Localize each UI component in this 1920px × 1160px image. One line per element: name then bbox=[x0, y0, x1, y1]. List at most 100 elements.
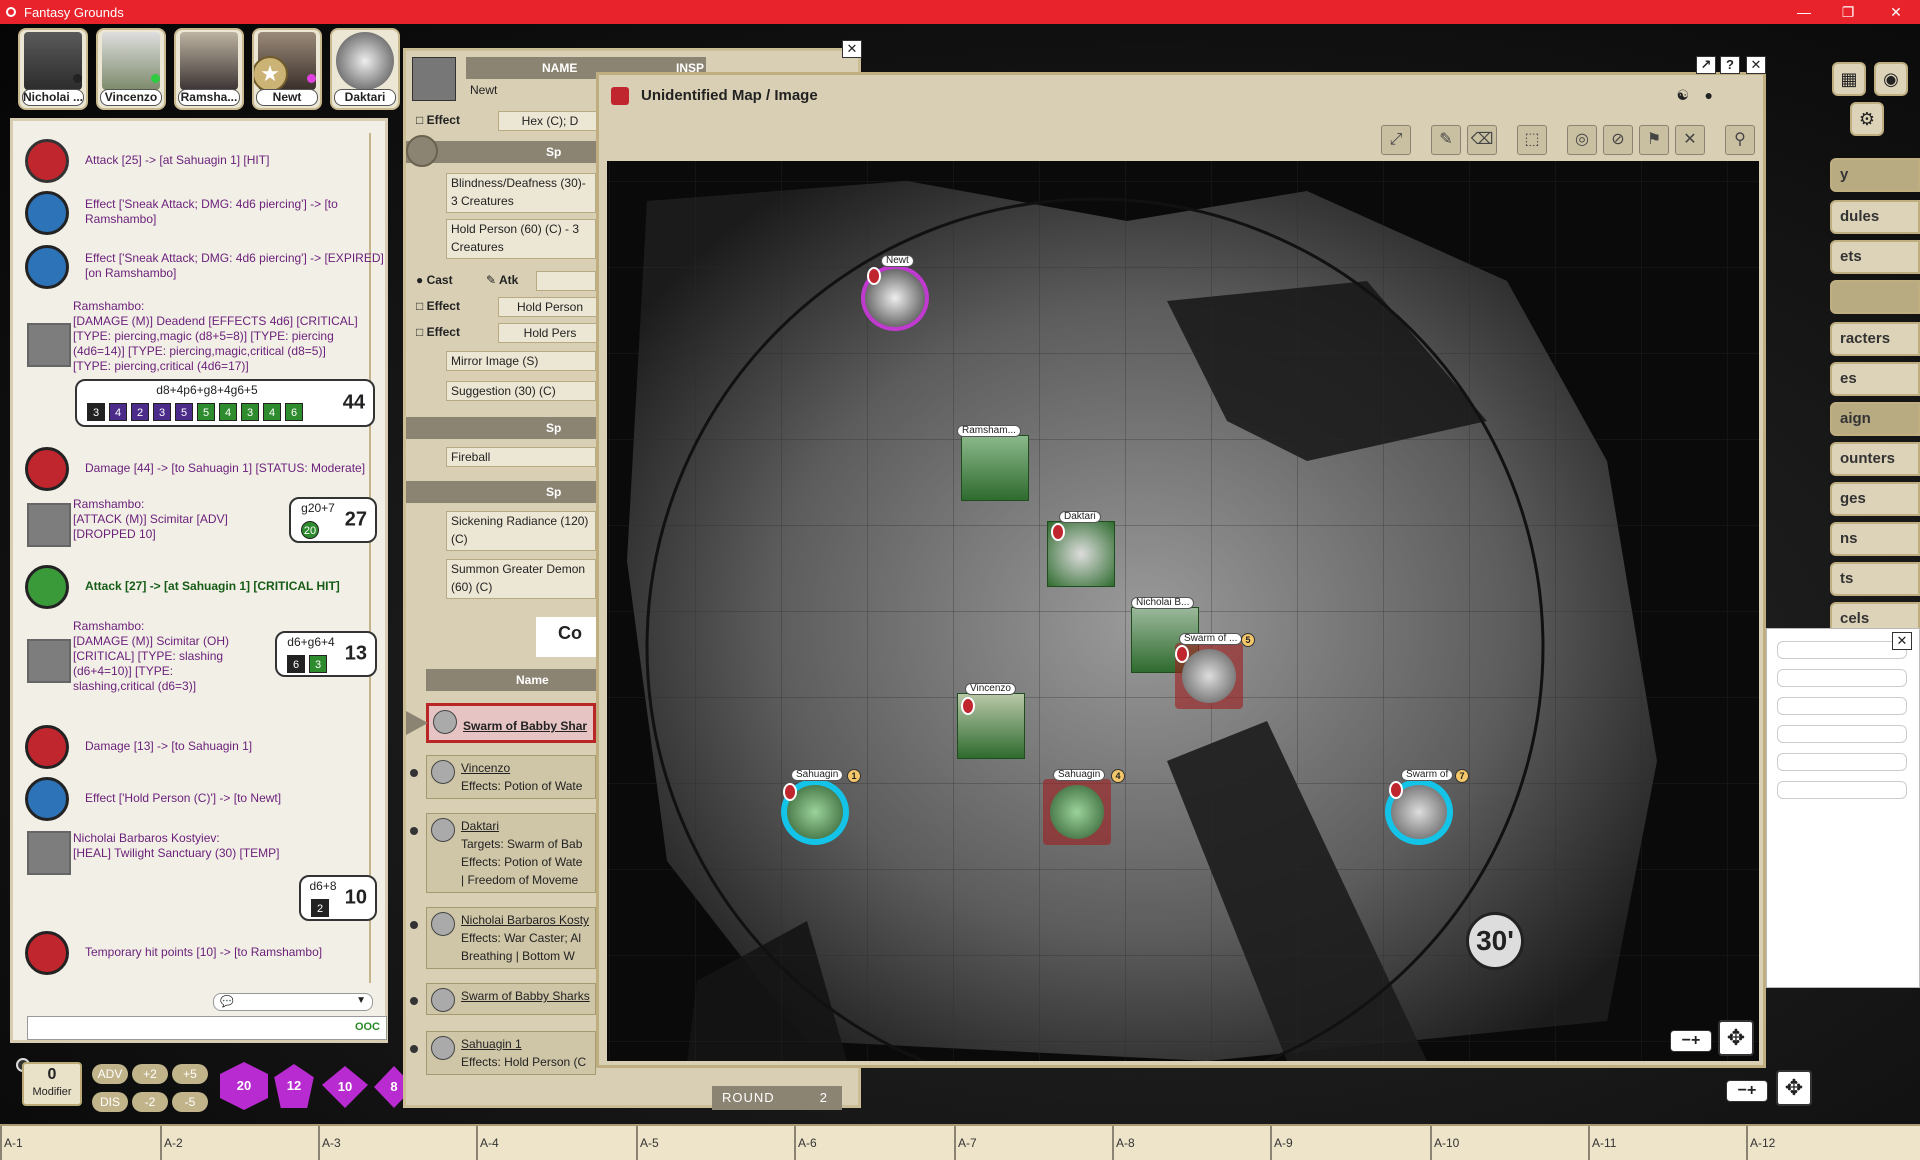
ct-entry[interactable]: Daktari Targets: Swarm of Bab Effects: P… bbox=[426, 813, 596, 893]
token-ramshambo[interactable]: Ramsham... bbox=[957, 425, 1033, 507]
portrait-newt[interactable]: ★ Newt bbox=[252, 28, 322, 110]
spell-entry[interactable]: Summon Greater Demon (60) (C) bbox=[446, 559, 596, 599]
dice-roll-result[interactable]: d6+8 2 10 bbox=[299, 875, 377, 921]
minus5-button[interactable]: -5 bbox=[172, 1092, 208, 1112]
sidebar-item-encounters[interactable]: ounters bbox=[1830, 442, 1920, 476]
dice-roll-result[interactable]: d8+4p6+g8+4g6+5 3423554346 44 bbox=[75, 379, 375, 427]
atk-button[interactable]: ✎ Atk bbox=[486, 273, 518, 287]
eraser-icon[interactable]: ⌫ bbox=[1467, 125, 1497, 155]
spell-entry[interactable]: Hold Person (60) (C) - 3 Creatures bbox=[446, 219, 596, 259]
party-portraits: Nicholai ... Vincenzo Ramsha... ★ Newt D… bbox=[18, 28, 400, 110]
portrait-ramshambo[interactable]: Ramsha... bbox=[174, 28, 244, 110]
lock-icon[interactable]: ● bbox=[1705, 87, 1713, 103]
minimize-icon[interactable]: — bbox=[1784, 0, 1824, 24]
close-icon[interactable]: ✕ bbox=[1876, 0, 1916, 24]
dice-roll-result[interactable]: d6+g6+4 63 13 bbox=[275, 631, 377, 677]
pin-icon[interactable]: ⚲ bbox=[1725, 125, 1755, 155]
sidebar-item-blank[interactable] bbox=[1830, 280, 1920, 314]
spell-entry[interactable]: Blindness/Deafness (30)- 3 Creatures bbox=[446, 173, 596, 213]
list-field[interactable] bbox=[1777, 753, 1907, 771]
flag-icon[interactable]: ⚑ bbox=[1639, 125, 1669, 155]
list-field[interactable] bbox=[1777, 697, 1907, 715]
portrait-nicholai[interactable]: Nicholai ... bbox=[18, 28, 88, 110]
token-sahuagin-4[interactable]: Sahuagin 4 bbox=[1039, 769, 1125, 851]
token-swarm-5[interactable]: Swarm of ... 5 bbox=[1171, 633, 1255, 715]
gear-icon[interactable]: ⚙ bbox=[1850, 102, 1884, 136]
spell-entry[interactable]: Sickening Radiance (120) (C) bbox=[446, 511, 596, 551]
ct-entry[interactable]: Nicholai Barbaros Kosty Effects: War Cas… bbox=[426, 907, 596, 969]
sidebar-item-modules[interactable]: dules bbox=[1830, 200, 1920, 234]
sidebar-item-campaign[interactable]: aign bbox=[1830, 402, 1920, 436]
list-field[interactable] bbox=[1777, 669, 1907, 687]
token-vincenzo[interactable]: Vincenzo bbox=[953, 683, 1029, 765]
select-icon[interactable]: ⬚ bbox=[1517, 125, 1547, 155]
share-icon[interactable]: ☯ bbox=[1676, 87, 1689, 104]
map-center-icon[interactable]: ✥ bbox=[1718, 1020, 1754, 1056]
token-newt[interactable]: Newt bbox=[857, 255, 933, 337]
token-swarm-7[interactable]: Swarm of 7 bbox=[1381, 769, 1469, 851]
sidebar-item-characters[interactable]: racters bbox=[1830, 322, 1920, 356]
ct-entry[interactable]: Swarm of Babby Sharks bbox=[426, 983, 596, 1015]
map-pin-icon[interactable]: ↗ bbox=[1696, 56, 1716, 74]
map-help-icon[interactable]: ? bbox=[1720, 56, 1740, 74]
actor-name[interactable]: Newt bbox=[470, 83, 497, 97]
effect-value[interactable]: Hold Pers bbox=[498, 323, 598, 343]
plus2-button[interactable]: +2 bbox=[132, 1064, 168, 1084]
ct-entry-active[interactable]: Swarm of Babby Shar bbox=[426, 703, 596, 743]
ct-entry[interactable]: Vincenzo Effects: Potion of Wate bbox=[426, 755, 596, 799]
crossed-swords-icon[interactable]: ✕ bbox=[1675, 125, 1705, 155]
modifier-box[interactable]: 0 Modifier bbox=[22, 1062, 82, 1106]
map-close-icon[interactable]: ✕ bbox=[1746, 56, 1766, 74]
calendar-icon[interactable]: ▦ bbox=[1832, 62, 1866, 96]
map-view[interactable]: Newt Ramsham... Daktari Nicholai B... Sw… bbox=[607, 161, 1759, 1061]
side-panel-close-icon[interactable]: ✕ bbox=[1892, 632, 1912, 650]
chat-mode-select[interactable]: 💬 ▼ bbox=[213, 993, 373, 1011]
ct-entry-name[interactable]: Sahuagin 1 bbox=[461, 1036, 522, 1052]
target-icon[interactable]: ◎ bbox=[1567, 125, 1597, 155]
spell-entry[interactable]: Mirror Image (S) bbox=[446, 351, 596, 371]
round-label: ROUND bbox=[722, 1090, 775, 1105]
portrait-daktari[interactable]: Daktari bbox=[330, 28, 400, 110]
effect-value[interactable]: Hex (C); D bbox=[498, 111, 598, 131]
pen-icon[interactable]: ✎ bbox=[1431, 125, 1461, 155]
token-daktari[interactable]: Daktari bbox=[1043, 511, 1119, 593]
portrait-vincenzo[interactable]: Vincenzo bbox=[96, 28, 166, 110]
effect-value[interactable]: Hold Person bbox=[498, 297, 598, 317]
table-zoom-control[interactable]: −+ bbox=[1726, 1080, 1768, 1102]
table-center-icon[interactable]: ✥ bbox=[1776, 1070, 1812, 1106]
ct-close-icon[interactable]: ✕ bbox=[842, 40, 862, 58]
ct-entry-name[interactable]: Nicholai Barbaros Kosty bbox=[461, 912, 589, 928]
minus2-button[interactable]: -2 bbox=[132, 1092, 168, 1112]
ct-entry[interactable]: Sahuagin 1 Effects: Hold Person (C bbox=[426, 1031, 596, 1075]
token-sahuagin-1[interactable]: Sahuagin 1 bbox=[777, 769, 861, 851]
dice-roll-result[interactable]: g20+7 20 27 bbox=[289, 497, 377, 543]
sidebar-item-items[interactable]: ns bbox=[1830, 522, 1920, 556]
restore-icon[interactable]: ❐ bbox=[1828, 0, 1868, 24]
map-zoom-control[interactable]: −+ bbox=[1670, 1030, 1712, 1052]
spell-entry[interactable]: Suggestion (30) (C) bbox=[446, 381, 596, 401]
sidebar-item-parcels-top[interactable]: ts bbox=[1830, 562, 1920, 596]
atk-field[interactable] bbox=[536, 271, 596, 291]
chat-message: Damage [44] -> [to Sahuagin 1] [STATUS: … bbox=[25, 447, 365, 491]
ct-entry-name[interactable]: Daktari bbox=[461, 818, 499, 834]
dis-button[interactable]: DIS bbox=[92, 1092, 128, 1112]
palette-icon[interactable]: ◉ bbox=[1874, 62, 1908, 96]
sidebar-item-library[interactable]: y bbox=[1830, 158, 1920, 192]
list-field[interactable] bbox=[1777, 725, 1907, 743]
ct-entry-name[interactable]: Vincenzo bbox=[461, 760, 510, 776]
plus5-button[interactable]: +5 bbox=[172, 1064, 208, 1084]
cast-button[interactable]: ● Cast bbox=[416, 273, 453, 287]
list-field[interactable] bbox=[1777, 641, 1907, 659]
list-field[interactable] bbox=[1777, 781, 1907, 799]
sidebar-item-assets[interactable]: ets bbox=[1830, 240, 1920, 274]
fullscreen-icon[interactable]: ⤢ bbox=[1381, 125, 1411, 155]
ct-entry-name[interactable]: Swarm of Babby Sharks bbox=[461, 988, 590, 1004]
ct-entry-name[interactable]: Swarm of Babby Shar bbox=[463, 718, 587, 734]
adv-button[interactable]: ADV bbox=[92, 1064, 128, 1084]
ooc-toggle[interactable]: OOC bbox=[355, 1021, 380, 1033]
chat-input[interactable]: OOC bbox=[27, 1016, 387, 1040]
spell-entry[interactable]: Fireball bbox=[446, 447, 596, 467]
sidebar-item-notes[interactable]: es bbox=[1830, 362, 1920, 396]
clear-target-icon[interactable]: ⊘ bbox=[1603, 125, 1633, 155]
sidebar-item-images[interactable]: ges bbox=[1830, 482, 1920, 516]
